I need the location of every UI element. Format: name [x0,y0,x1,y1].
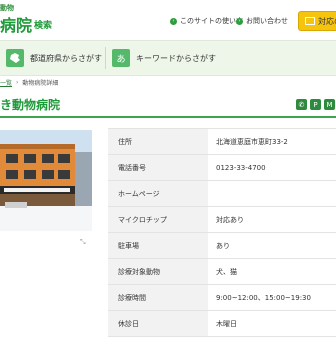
info-row-phone: 電話番号 0123-33-4700 [108,155,336,181]
search-by-keyword[interactable]: あ キーワードからさがす [112,48,216,68]
info-row-address: 住所 北海道恵庭市恵町33-2 [108,129,336,155]
contact-button-label: 対応の [318,16,336,26]
info-value[interactable]: 0123-33-4700 [208,155,336,180]
divider [105,47,106,69]
chevron-right-icon: › [236,17,243,25]
info-row-homepage: ホームページ [108,181,336,207]
info-row-closed: 休診日 木曜日 [108,311,336,337]
info-value: 犬、猫 [208,259,336,284]
breadcrumb: 一覧 › 動物病院詳細 [0,78,58,87]
info-value: 対応あり [208,207,336,232]
zoom-icon[interactable]: ⤡ [80,238,86,247]
search-bar: 都道府県からさがす あ キーワードからさがす [0,40,336,76]
contact-button[interactable]: 対応の [298,11,336,31]
clinic-photo[interactable] [0,130,92,231]
info-row-hours: 診療時間 9:00~12:00、15:00~19:30 [108,285,336,311]
keyword-icon: あ [112,49,130,67]
chevron-right-icon: › [170,17,177,25]
info-key: マイクロチップ [108,207,208,232]
site-logo[interactable]: 病院 [0,12,32,36]
search-by-prefecture[interactable]: 都道府県からさがす [6,48,102,68]
mail-icon [305,17,315,25]
contact-label: お問い合わせ [246,17,288,25]
info-key: 診療時間 [108,285,208,310]
info-key: 電話番号 [108,155,208,180]
breadcrumb-home[interactable]: 一覧 [0,78,12,87]
clinic-info-table: 住所 北海道恵庭市恵町33-2 電話番号 0123-33-4700 ホームページ… [108,128,336,337]
info-value: 北海道恵庭市恵町33-2 [208,129,336,154]
logo-sub-text: 検索 [34,21,53,31]
info-value: 9:00~12:00、15:00~19:30 [208,285,336,310]
breadcrumb-separator: › [16,79,19,86]
search-by-keyword-label: キーワードからさがす [136,53,216,63]
info-key: ホームページ [108,181,208,206]
microchip-icon: M [324,99,335,110]
parking-icon: P [310,99,321,110]
contact-link[interactable]: › お問い合わせ [236,16,288,26]
title-underline [0,116,336,118]
info-key: 休診日 [108,311,208,336]
breadcrumb-current: 動物病院詳細 [22,80,59,87]
site-header: 動物 病院 検索 › このサイトの使い方 › お問い合わせ 対応の [0,0,336,40]
feature-icons: ✆ P M [296,99,336,110]
phone-icon: ✆ [296,99,307,110]
info-key: 診療対象動物 [108,259,208,284]
hokkaido-map-icon [6,49,24,67]
how-to-use-label: このサイトの使い方 [180,17,243,25]
info-value [208,181,336,206]
how-to-use-link[interactable]: › このサイトの使い方 [170,16,243,26]
info-value: あり [208,233,336,258]
page-title: き動物病院 [0,98,61,112]
info-key: 駐車場 [108,233,208,258]
info-row-animals: 診療対象動物 犬、猫 [108,259,336,285]
info-row-parking: 駐車場 あり [108,233,336,259]
info-value: 木曜日 [208,311,336,336]
info-row-microchip: マイクロチップ 対応あり [108,207,336,233]
search-by-prefecture-label: 都道府県からさがす [30,53,102,63]
info-key: 住所 [108,129,208,154]
